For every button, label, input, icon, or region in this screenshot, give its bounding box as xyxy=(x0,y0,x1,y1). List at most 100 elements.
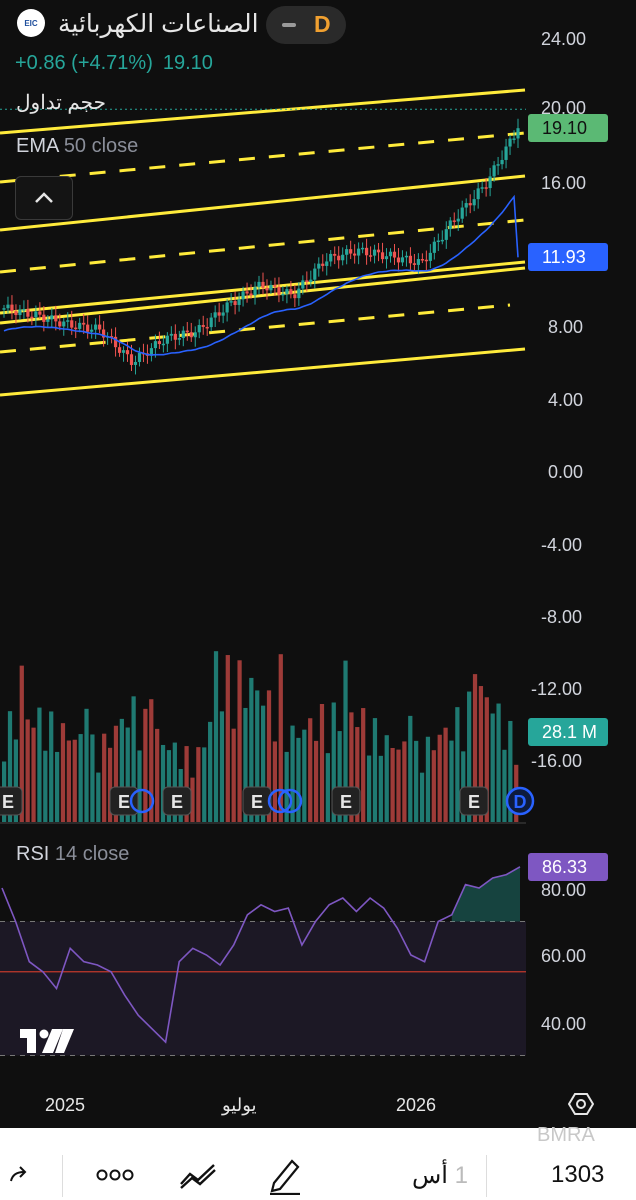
volume-bar xyxy=(60,723,66,822)
candle-body xyxy=(133,361,138,365)
volume-bar xyxy=(443,727,448,822)
candle-body xyxy=(38,311,42,315)
volume-indicator-label[interactable]: حجم تداول xyxy=(16,90,106,115)
candle-body xyxy=(121,350,126,353)
candle-body xyxy=(424,259,428,262)
candle-body xyxy=(253,287,257,296)
bottom-value[interactable]: 1303 xyxy=(551,1161,604,1189)
candle-body xyxy=(412,263,417,265)
interval-toggle[interactable]: D xyxy=(266,6,346,44)
toolbar-divider xyxy=(62,1155,63,1197)
settings-icon[interactable] xyxy=(568,1091,594,1117)
candle-body xyxy=(197,325,201,333)
candle-body xyxy=(508,138,512,147)
candle-body xyxy=(70,320,74,328)
candle-body xyxy=(368,255,373,257)
candle-body xyxy=(452,220,456,222)
ema-indicator-label[interactable]: EMA 50 close xyxy=(16,135,138,158)
candle-body xyxy=(173,333,177,340)
candle-body xyxy=(62,321,66,327)
volume-bar xyxy=(219,711,225,822)
price-axis-label: 4.00 xyxy=(548,390,584,410)
volume-bar xyxy=(202,747,207,822)
candle-body xyxy=(86,324,90,332)
candle-body xyxy=(388,251,393,257)
drawing-pen-icon[interactable] xyxy=(268,1155,302,1195)
volume-bar xyxy=(414,740,419,822)
volume-bar xyxy=(431,750,436,822)
candle-body xyxy=(301,280,305,289)
candle-body xyxy=(297,288,301,299)
tradingview-logo-icon xyxy=(20,1029,74,1053)
symbol-title[interactable]: الصناعات الكهربائية xyxy=(58,9,259,39)
chevron-up-icon xyxy=(35,192,53,203)
volume-bar xyxy=(143,708,148,822)
candle-body xyxy=(321,263,325,266)
candle-body xyxy=(285,289,289,294)
candle-body xyxy=(384,256,389,260)
candle-body xyxy=(213,312,217,318)
candle-body xyxy=(229,301,233,303)
volume-bar xyxy=(43,750,48,822)
candle-body xyxy=(488,176,492,189)
candle-body xyxy=(277,286,281,295)
candle-body xyxy=(98,324,102,330)
company-logo-text: EIC xyxy=(24,18,38,28)
rsi-indicator-label[interactable]: RSI 14 close xyxy=(16,843,129,866)
price-tag: 19.10 xyxy=(528,114,608,142)
volume-bar xyxy=(408,715,413,822)
candle-body xyxy=(329,253,333,262)
candle-body xyxy=(74,327,78,330)
candle-body xyxy=(516,128,520,139)
volume-bar xyxy=(437,734,442,822)
price-axis-label: -12.00 xyxy=(531,679,583,699)
candle-body xyxy=(305,280,309,282)
candle-body xyxy=(337,255,341,261)
minus-icon[interactable] xyxy=(282,23,296,27)
price-axis-label: -16.00 xyxy=(531,751,583,771)
candle-body xyxy=(185,330,189,333)
collapse-indicators-button[interactable] xyxy=(15,176,73,220)
volume-bar xyxy=(366,755,372,822)
rsi-axis-label: 40.00 xyxy=(541,1014,587,1034)
more-icon[interactable] xyxy=(96,1168,134,1182)
earnings-marker-label: E xyxy=(171,792,183,812)
volume-tag: 28.1 M xyxy=(528,718,608,746)
volume-bar xyxy=(84,708,89,822)
candle-body xyxy=(476,188,480,200)
time-axis-label: يوليو xyxy=(222,1095,257,1115)
candle-body xyxy=(117,347,122,353)
rsi-axis-label: 80.00 xyxy=(541,880,587,900)
volume-bar xyxy=(290,725,295,822)
volume-bar xyxy=(319,703,325,822)
candle-body xyxy=(448,220,452,230)
volume-bar xyxy=(390,747,395,822)
dividend-marker-label: D xyxy=(514,792,527,812)
candle-body xyxy=(317,263,321,269)
candle-body xyxy=(245,291,249,294)
candle-body xyxy=(504,146,508,160)
company-logo[interactable]: EIC xyxy=(17,9,45,37)
timeframe-selector[interactable]: 1 أس xyxy=(412,1161,468,1190)
candle-body xyxy=(444,229,448,240)
candle-body xyxy=(165,335,169,344)
candle-body xyxy=(380,252,385,260)
rsi-band xyxy=(0,921,526,1056)
time-axis-label: 2025 xyxy=(45,1095,86,1115)
change-value: +0.86 (+4.71%) xyxy=(15,52,153,74)
earnings-marker-label: E xyxy=(118,792,130,812)
indicators-icon[interactable] xyxy=(178,1160,218,1190)
time-axis-label: 2026 xyxy=(396,1095,437,1115)
volume-bar xyxy=(49,711,54,822)
share-arrow-icon[interactable] xyxy=(8,1163,30,1185)
volume-bar xyxy=(325,753,330,822)
candle-body xyxy=(333,253,337,256)
candle-body xyxy=(420,259,424,261)
interval-label[interactable]: D xyxy=(314,11,331,38)
current-price: 19.10 xyxy=(162,52,213,74)
candle-body xyxy=(269,284,273,291)
ema-tag: 11.93 xyxy=(528,243,608,271)
earnings-marker-label: E xyxy=(2,792,14,812)
candle-body xyxy=(392,251,397,258)
candle-body xyxy=(281,293,285,296)
